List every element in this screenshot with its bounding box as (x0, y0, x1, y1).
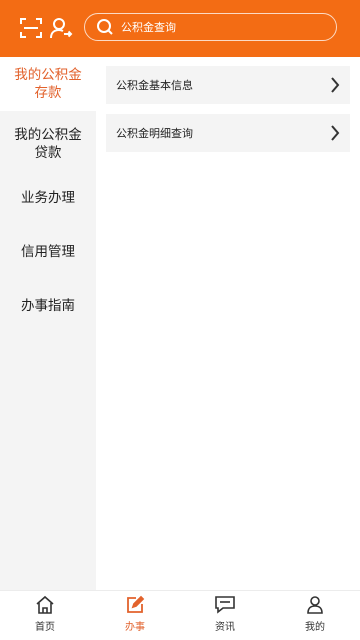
sidebar-item-business[interactable]: 业务办理 (0, 171, 96, 225)
sidebar-item-label: 我的公积金存款 (14, 67, 82, 101)
sidebar-item-loan[interactable]: 我的公积金贷款 (0, 117, 96, 171)
top-header: 公积金查询 (0, 0, 360, 57)
bottom-tab-bar: 首页 办事 资讯 我的 (0, 590, 360, 640)
tab-mine[interactable]: 我的 (270, 591, 360, 640)
sidebar-item-label: 我的公积金贷款 (14, 127, 82, 161)
chevron-right-icon (328, 77, 342, 93)
tab-label: 办事 (125, 622, 145, 633)
tab-news[interactable]: 资讯 (180, 591, 270, 640)
search-icon (95, 17, 115, 37)
sidebar-item-deposit[interactable]: 我的公积金存款 (0, 57, 96, 111)
tab-label: 首页 (35, 622, 55, 633)
sidebar-item-label: 信用管理 (21, 244, 75, 260)
tab-label: 资讯 (215, 622, 235, 633)
search-bar[interactable]: 公积金查询 (84, 13, 337, 41)
tab-label: 我的 (305, 622, 325, 633)
user-switch-icon[interactable] (48, 15, 74, 41)
chevron-right-icon (328, 125, 342, 141)
sidebar-item-credit[interactable]: 信用管理 (0, 225, 96, 279)
content-panel: 公积金基本信息 公积金明细查询 (96, 57, 360, 590)
chat-icon (214, 595, 236, 615)
home-icon (34, 595, 56, 615)
sidebar-item-label: 业务办理 (21, 190, 75, 206)
tab-home[interactable]: 首页 (0, 591, 90, 640)
list-item-basic-info[interactable]: 公积金基本信息 (106, 66, 350, 104)
list-item-detail-query[interactable]: 公积金明细查询 (106, 114, 350, 152)
sidebar-item-label: 办事指南 (21, 298, 75, 314)
tab-service[interactable]: 办事 (90, 591, 180, 640)
profile-icon (304, 595, 326, 615)
sidebar-item-guide[interactable]: 办事指南 (0, 279, 96, 333)
category-sidebar: 我的公积金存款 我的公积金贷款 业务办理 信用管理 办事指南 (0, 57, 96, 590)
list-item-label: 公积金基本信息 (116, 79, 193, 92)
scan-icon[interactable] (18, 15, 44, 41)
list-item-label: 公积金明细查询 (116, 127, 193, 140)
search-placeholder[interactable]: 公积金查询 (121, 19, 176, 35)
edit-icon (124, 595, 146, 615)
